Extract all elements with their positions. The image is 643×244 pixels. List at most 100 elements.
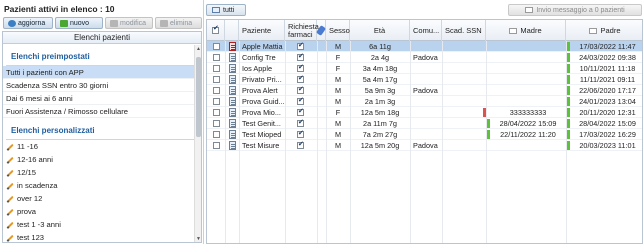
table-row[interactable]: Prova Mio... F 12a 5m 18g 333333333 20/11/20… <box>207 107 642 118</box>
cell-padre: 24/01/2023 13:04 <box>579 97 636 106</box>
table-row[interactable]: Privato Pri... M 5a 4m 17g 11/11/2021 09:11 <box>207 74 642 85</box>
table-row[interactable]: Prova Guid... M 2a 1m 3g 24/01/2023 13:04 <box>207 96 642 107</box>
row-select-checkbox[interactable] <box>213 54 220 61</box>
table-row[interactable]: Test Genit... M 2a 11m 7g 28/04/2022 15:09 2… <box>207 118 642 129</box>
select-all-checkbox[interactable] <box>212 25 219 34</box>
farmaci-checkbox[interactable] <box>297 96 304 105</box>
header-madre[interactable]: Madre <box>486 20 566 41</box>
preset-list-item[interactable]: Tutti i pazienti con APP <box>3 66 201 79</box>
row-select-checkbox[interactable] <box>213 109 220 116</box>
header-comune[interactable]: Comu... <box>410 20 442 41</box>
padre-status-bar <box>567 86 570 95</box>
row-select-checkbox[interactable] <box>213 98 220 105</box>
cell-scad-ssn <box>442 52 486 63</box>
patient-card-icon[interactable] <box>229 119 236 128</box>
farmaci-checkbox[interactable] <box>297 129 304 138</box>
cell-paziente: Test Misure <box>242 141 280 150</box>
farmaci-checkbox[interactable] <box>297 52 304 61</box>
row-select-checkbox[interactable] <box>213 65 220 72</box>
header-pill <box>315 20 327 41</box>
modifica-button[interactable]: modifica <box>105 17 153 29</box>
pencil-icon <box>7 143 14 150</box>
row-select-checkbox[interactable] <box>213 131 220 138</box>
cell-eta: 7a 2m 27g <box>362 130 398 139</box>
patient-card-icon[interactable] <box>229 42 236 51</box>
cell-comune <box>410 41 442 52</box>
farmaci-checkbox[interactable] <box>297 140 304 149</box>
table-row[interactable]: Test Misure M 12a 5m 20g Padova 20/03/2023 1… <box>207 140 642 151</box>
send-message-button[interactable]: Invio messaggio a 0 pazienti <box>508 4 642 16</box>
patient-card-icon[interactable] <box>229 86 236 95</box>
header-paziente[interactable]: Paziente <box>239 20 285 41</box>
pencil-icon <box>7 156 14 163</box>
patient-card-icon[interactable] <box>229 97 236 106</box>
table-row[interactable]: Test Mioped M 7a 2m 27g 22/11/2022 11:20 17/… <box>207 129 642 140</box>
padre-status-bar <box>567 108 570 117</box>
tutti-label: tutti <box>223 6 235 14</box>
patient-card-icon[interactable] <box>229 75 236 84</box>
scroll-up-icon[interactable]: ▲ <box>196 46 201 52</box>
farmaci-checkbox[interactable] <box>297 63 304 72</box>
farmaci-checkbox[interactable] <box>297 107 304 116</box>
refresh-icon <box>8 19 16 27</box>
patient-card-icon[interactable] <box>229 141 236 150</box>
pencil-icon <box>7 208 14 215</box>
header-sesso[interactable]: Sesso <box>326 20 350 41</box>
patient-card-icon[interactable] <box>229 64 236 73</box>
row-select-checkbox[interactable] <box>213 120 220 127</box>
modifica-label: modifica <box>120 19 147 27</box>
patient-card-icon[interactable] <box>229 130 236 139</box>
send-message-label: Invio messaggio a 0 pazienti <box>536 6 625 14</box>
nuovo-button[interactable]: nuovo <box>55 17 103 29</box>
header-padre[interactable]: Padre <box>566 20 642 41</box>
farmaci-checkbox[interactable] <box>297 74 304 83</box>
custom-list-item[interactable]: 11 -16 <box>3 140 201 153</box>
header-padre-label: Padre <box>600 25 621 35</box>
scroll-down-icon[interactable]: ▼ <box>196 236 201 242</box>
pencil-icon <box>7 182 14 189</box>
row-select-checkbox[interactable] <box>213 142 220 149</box>
patient-card-icon[interactable] <box>229 53 236 62</box>
custom-list-label: over 12 <box>17 194 43 203</box>
preset-list-item[interactable]: Dai 6 mesi ai 6 anni <box>3 92 201 105</box>
cell-eta: 3a 4m 18g <box>362 64 398 73</box>
padre-status-bar <box>567 53 570 62</box>
header-eta[interactable]: Età <box>350 20 410 41</box>
row-select-checkbox[interactable] <box>213 87 220 94</box>
padre-status-bar <box>567 97 570 106</box>
preset-list-item[interactable]: Fuori Assistenza / Rimosso cellulare <box>3 105 201 118</box>
custom-list-item[interactable]: 12-16 anni <box>3 153 201 166</box>
custom-list-item[interactable]: prova <box>3 205 201 218</box>
custom-list-item[interactable]: test 1 -3 anni <box>3 218 201 231</box>
cell-padre: 17/03/2022 16:29 <box>579 130 636 139</box>
patient-card-icon[interactable] <box>229 108 236 117</box>
column-divider <box>410 41 411 243</box>
row-select-checkbox[interactable] <box>213 76 220 83</box>
table-row[interactable]: Config Tre F 2a 4g Padova 24/03/2022 09:38 <box>207 52 642 63</box>
lists-scrollbar[interactable]: ▲ ▼ <box>194 45 201 242</box>
farmaci-checkbox[interactable] <box>297 118 304 127</box>
header-scad-ssn[interactable]: Scad. SSN <box>442 20 486 41</box>
custom-list-item[interactable]: over 12 <box>3 192 201 205</box>
farmaci-checkbox[interactable] <box>297 85 304 94</box>
preset-list-item[interactable]: Scadenza SSN entro 30 giorni <box>3 79 201 92</box>
table-row[interactable]: Prova Alert M 5a 9m 3g Padova 22/06/2020 17:… <box>207 85 642 96</box>
aggiorna-button[interactable]: aggiorna <box>3 17 53 29</box>
table-row[interactable]: Ios Apple F 3a 4m 18g 10/11/2021 11:18 <box>207 63 642 74</box>
row-select-checkbox[interactable] <box>213 43 220 50</box>
pill-icon <box>315 25 327 36</box>
header-richiesta-farmaci[interactable]: Richiesta farmaci <box>285 20 319 41</box>
scroll-thumb[interactable] <box>196 57 201 137</box>
table-row[interactable]: Apple Mattia M 6a 11g 17/03/2022 11:47 <box>207 41 642 52</box>
cell-comune <box>410 74 442 85</box>
patient-lists-header: Elenchi pazienti <box>3 32 201 44</box>
farmaci-checkbox[interactable] <box>297 41 304 50</box>
column-divider <box>317 41 318 243</box>
custom-list-item[interactable]: in scadenza <box>3 179 201 192</box>
elimina-button[interactable]: elimina <box>155 17 202 29</box>
header-select[interactable] <box>207 20 225 41</box>
tutti-button[interactable]: tutti <box>206 4 246 16</box>
cell-sesso: M <box>334 75 342 84</box>
custom-list-item[interactable]: 12/15 <box>3 166 201 179</box>
custom-list-item[interactable]: test 123 <box>3 231 201 242</box>
